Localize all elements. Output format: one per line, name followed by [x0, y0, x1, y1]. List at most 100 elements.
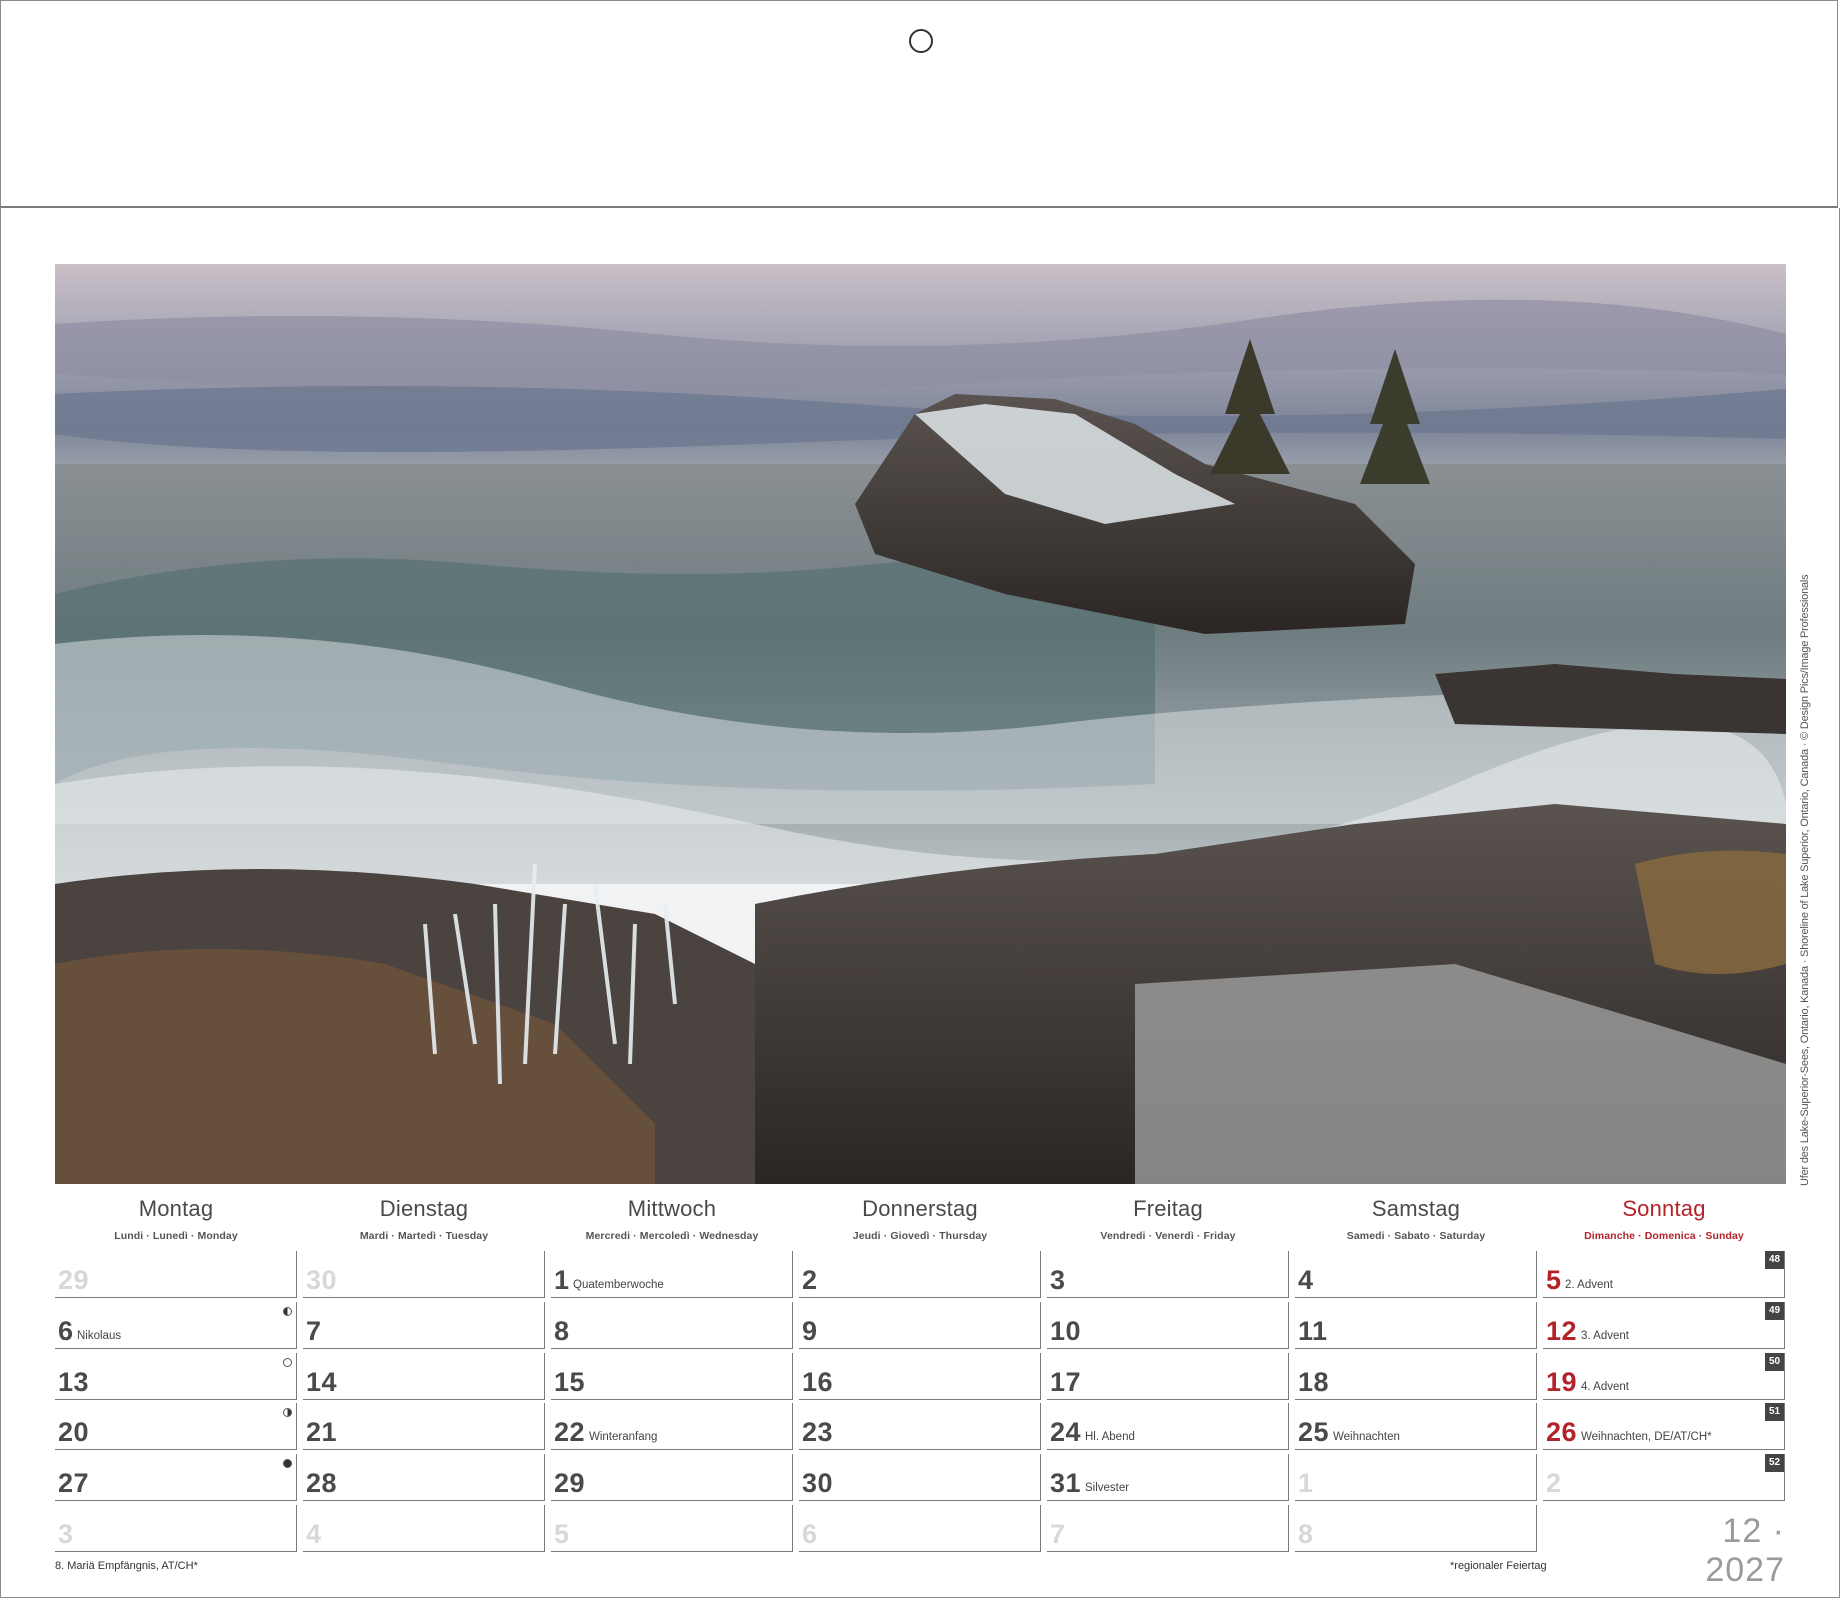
day-cell: 24 Hl. Abend [1047, 1403, 1289, 1450]
weekday-header-3: Donnerstag Jeudi · Giovedì · Thursday [799, 1196, 1041, 1242]
week-number-badge: 50 [1765, 1353, 1784, 1371]
footnote-holiday: 8. Mariä Empfängnis, AT/CH* [55, 1560, 198, 1572]
weekday-header-0: Montag Lundi · Lunedì · Monday [55, 1196, 297, 1242]
day-cell: 20 [55, 1403, 297, 1450]
weekday-header-4: Freitag Vendredi · Venerdì · Friday [1047, 1196, 1289, 1242]
day-number: 26 [1546, 1417, 1578, 1447]
day-number: 24 [1050, 1417, 1082, 1447]
photo-credit: Ufer des Lake-Superior-Sees, Ontario, Ka… [1799, 574, 1811, 1186]
month-year-label: 12 · 2027 [1705, 1512, 1785, 1589]
day-cell: 7 [1047, 1505, 1289, 1552]
hanging-hole [909, 29, 933, 53]
day-cell: 30 [799, 1454, 1041, 1501]
day-cell: 6 [799, 1505, 1041, 1552]
day-cell: 9 [799, 1302, 1041, 1349]
weekday-translations: Jeudi · Giovedì · Thursday [852, 1230, 988, 1242]
day-note: Quatemberwoche [573, 1279, 664, 1291]
weekday-translations: Mardi · Martedì · Tuesday [359, 1230, 489, 1242]
day-cell: 11 [1295, 1302, 1537, 1349]
weekday-name: Donnerstag [862, 1196, 978, 1221]
day-cell: 29 [55, 1251, 297, 1298]
day-number: 3 [58, 1519, 74, 1549]
weekday-name: Freitag [1133, 1196, 1203, 1221]
day-cell: 8 [551, 1302, 793, 1349]
day-cell: 3 [1047, 1251, 1289, 1298]
day-number: 7 [306, 1316, 322, 1346]
day-cell: 21 [303, 1403, 545, 1450]
week-number-badge: 51 [1765, 1403, 1784, 1421]
day-number: 14 [306, 1367, 338, 1397]
day-note: Hl. Abend [1085, 1431, 1135, 1443]
day-number: 18 [1298, 1367, 1330, 1397]
day-number: 27 [58, 1468, 90, 1498]
moon-phase-full-icon [283, 1358, 292, 1367]
day-number: 30 [306, 1265, 338, 1295]
day-number: 28 [306, 1468, 338, 1498]
day-number: 15 [554, 1367, 586, 1397]
weekday-translations: Samedi · Sabato · Saturday [1346, 1230, 1486, 1242]
day-number: 12 [1546, 1316, 1578, 1346]
day-number: 17 [1050, 1367, 1082, 1397]
footnote-regional: *regionaler Feiertag [1450, 1560, 1547, 1572]
week-number-badge: 52 [1765, 1454, 1784, 1472]
day-note: 2. Advent [1565, 1279, 1613, 1291]
day-number: 9 [802, 1316, 818, 1346]
weekday-name: Dienstag [379, 1196, 469, 1221]
day-cell: 16 [799, 1353, 1041, 1400]
weekday-header-2: Mittwoch Mercredi · Mercoledì · Wednesday [551, 1196, 793, 1242]
day-cell: 6 Nikolaus [55, 1302, 297, 1349]
day-note: Nikolaus [77, 1330, 122, 1342]
day-cell: 28 [303, 1454, 545, 1501]
weekday-name: Montag [138, 1196, 214, 1221]
day-cell: 25 Weihnachten [1295, 1403, 1537, 1450]
weekday-header-5: Samstag Samedi · Sabato · Saturday [1295, 1196, 1537, 1242]
day-number: 31 [1050, 1468, 1082, 1498]
day-cell: 31 Silvester [1047, 1454, 1289, 1501]
day-note: 3. Advent [1581, 1330, 1629, 1342]
day-number: 20 [58, 1417, 90, 1447]
day-number: 4 [306, 1519, 322, 1549]
day-cell: 23 [799, 1403, 1041, 1450]
weekday-translations: Mercredi · Mercoledì · Wednesday [585, 1230, 759, 1242]
day-number: 10 [1050, 1316, 1082, 1346]
day-note: Winteranfang [589, 1431, 658, 1443]
day-cell: 19 4. Advent 50 [1543, 1353, 1785, 1400]
day-cell: 4 [303, 1505, 545, 1552]
day-cell: 2 52 [1543, 1454, 1785, 1501]
moon-phase-first-icon [283, 1408, 292, 1417]
weekday-translations: Vendredi · Venerdì · Friday [1100, 1230, 1236, 1242]
day-cell: 18 [1295, 1353, 1537, 1400]
day-number: 6 [58, 1316, 74, 1346]
day-cell: 30 [303, 1251, 545, 1298]
day-cell: 5 [551, 1505, 793, 1552]
landscape-photo [55, 264, 1786, 1184]
day-cell: 8 [1295, 1505, 1537, 1552]
day-cell: 3 [55, 1505, 297, 1552]
moon-phase-last-icon [283, 1307, 292, 1316]
day-note: 4. Advent [1581, 1381, 1629, 1393]
day-number: 8 [1298, 1519, 1314, 1549]
day-cell: 29 [551, 1454, 793, 1501]
day-number: 2 [1546, 1468, 1562, 1498]
day-cell: 13 [55, 1353, 297, 1400]
weekday-header-6: Sonntag Dimanche · Domenica · Sunday [1543, 1196, 1785, 1242]
weekday-name: Mittwoch [627, 1196, 717, 1221]
day-number: 22 [554, 1417, 586, 1447]
weekday-translations: Lundi · Lunedì · Monday [114, 1230, 238, 1242]
day-number: 2 [802, 1265, 818, 1295]
day-number: 5 [1546, 1265, 1562, 1295]
week-number-badge: 48 [1765, 1251, 1784, 1269]
day-number: 11 [1298, 1316, 1328, 1346]
day-cell: 4 [1295, 1251, 1537, 1298]
day-cell: 1 Quatemberwoche [551, 1251, 793, 1298]
day-cell: 1 [1295, 1454, 1537, 1501]
weekday-header-1: Dienstag Mardi · Martedì · Tuesday [303, 1196, 545, 1242]
day-cell: 7 [303, 1302, 545, 1349]
day-cell: 10 [1047, 1302, 1289, 1349]
day-cell: 22 Winteranfang [551, 1403, 793, 1450]
day-number: 3 [1050, 1265, 1066, 1295]
weekday-name: Sonntag [1622, 1196, 1706, 1221]
day-cell: 12 3. Advent 49 [1543, 1302, 1785, 1349]
weekday-name: Samstag [1371, 1196, 1461, 1221]
day-number: 25 [1298, 1417, 1330, 1447]
